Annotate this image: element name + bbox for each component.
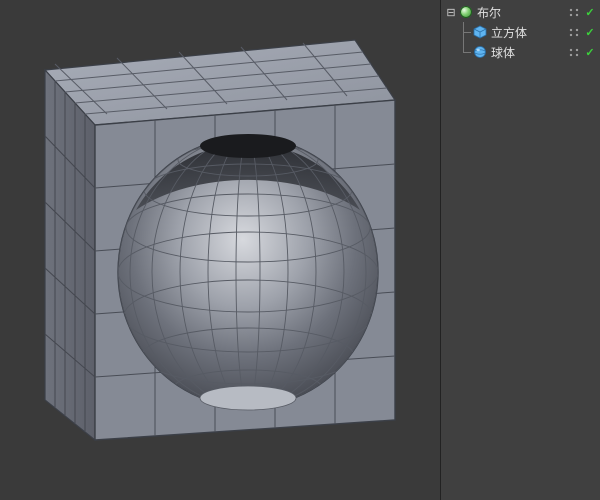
layer-visibility-dots[interactable]	[568, 47, 582, 57]
object-label[interactable]: 立方体	[491, 24, 564, 41]
object-manager-panel: ⊟ 布尔 ✓ 立方体 ✓ 球体 ✓	[440, 0, 600, 500]
object-status-toggles: ✓	[568, 26, 596, 38]
object-hierarchy-tree[interactable]: ⊟ 布尔 ✓ 立方体 ✓ 球体 ✓	[441, 0, 600, 64]
object-status-toggles: ✓	[568, 46, 596, 58]
render-enable-check[interactable]: ✓	[584, 26, 596, 38]
hierarchy-item-sphere[interactable]: 球体 ✓	[441, 42, 600, 62]
layer-visibility-dots[interactable]	[568, 27, 582, 37]
object-label[interactable]: 布尔	[477, 4, 564, 21]
expand-toggle[interactable]: ⊟	[445, 6, 457, 19]
scene-cube-sphere-boolean	[0, 0, 440, 500]
tree-connector	[457, 42, 471, 62]
object-status-toggles: ✓	[568, 6, 596, 18]
viewport-3d[interactable]	[0, 0, 440, 500]
render-enable-check[interactable]: ✓	[584, 46, 596, 58]
cube-icon	[473, 25, 487, 39]
render-enable-check[interactable]: ✓	[584, 6, 596, 18]
hierarchy-item-cube[interactable]: 立方体 ✓	[441, 22, 600, 42]
boole-icon	[459, 5, 473, 19]
layer-visibility-dots[interactable]	[568, 7, 582, 17]
object-label[interactable]: 球体	[491, 44, 564, 61]
tree-connector	[457, 22, 471, 42]
sphere-icon	[473, 45, 487, 59]
hierarchy-item-boole[interactable]: ⊟ 布尔 ✓	[441, 2, 600, 22]
